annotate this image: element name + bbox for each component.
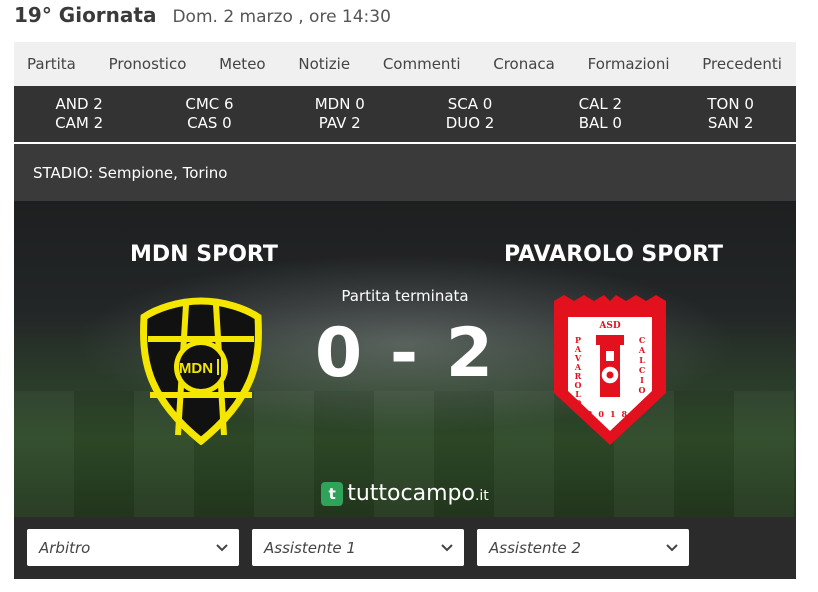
scoreboard-home: MDN 0 (314, 95, 365, 113)
scoreboard-match[interactable]: AND 2 CAM 2 (14, 95, 144, 133)
tab-notizie[interactable]: Notizie (298, 55, 350, 73)
scoreboard-home: CAL 2 (578, 95, 623, 113)
crest-left-text: PAVAROLO (573, 335, 583, 407)
round-title: 19° Giornata (14, 3, 157, 27)
scoreboard-away: DUO 2 (445, 114, 495, 132)
pavarolo-sport-crest-icon[interactable]: ASD PAVAROLO CALCIO 2018 (548, 295, 672, 445)
referee-select[interactable]: Arbitro (27, 529, 239, 566)
brand-tld: .it (474, 487, 489, 504)
tab-pronostico[interactable]: Pronostico (109, 55, 187, 73)
scoreboard-away: SAN 2 (707, 114, 754, 132)
chevron-down-icon (441, 543, 453, 551)
scoreboard-home: TON 0 (707, 95, 754, 113)
tab-cronaca[interactable]: Cronaca (493, 55, 555, 73)
assistant1-select[interactable]: Assistente 1 (252, 529, 464, 566)
scoreboard-match[interactable]: MDN 0 PAV 2 (275, 95, 405, 133)
tuttocampo-logo-icon: t (321, 481, 344, 506)
mdn-sport-crest-icon[interactable]: MDN (138, 295, 264, 445)
page-header: 19° Giornata Dom. 2 marzo , ore 14:30 (14, 3, 391, 29)
mdn-crest-text: MDN (179, 360, 213, 377)
match-tabs: Partita Pronostico Meteo Notizie Comment… (14, 42, 796, 86)
scoreboard-match[interactable]: CAL 2 BAL 0 (535, 95, 665, 133)
referee-select-label: Arbitro (39, 538, 91, 557)
away-team-name[interactable]: PAVAROLO SPORT (504, 242, 723, 267)
crest-right-text: CALCIO (637, 335, 647, 395)
tab-precedenti[interactable]: Precedenti (702, 55, 782, 73)
crest-asd-text: ASD (598, 321, 620, 331)
scoreboard-home: SCA 0 (447, 95, 493, 113)
scoreboard-away: BAL 0 (578, 114, 622, 132)
officials-bar: Arbitro Assistente 1 Assistente 2 (14, 517, 796, 579)
brand-name: tuttocampo (347, 481, 475, 506)
chevron-down-icon (666, 543, 678, 551)
scoreboard-home: AND 2 (55, 95, 103, 113)
scoreboard-away: PAV 2 (318, 114, 361, 132)
scoreboard-away: CAM 2 (55, 114, 104, 132)
tab-partita[interactable]: Partita (27, 55, 76, 73)
assistant2-select-label: Assistente 2 (489, 538, 581, 557)
chevron-down-icon (216, 543, 228, 551)
scoreboard-home: CMC 6 (185, 95, 234, 113)
scoreboard-match[interactable]: CMC 6 CAS 0 (144, 95, 274, 133)
round-scoreboard: AND 2 CAM 2 CMC 6 CAS 0 MDN 0 PAV 2 SCA … (14, 86, 796, 142)
venue-text: STADIO: Sempione, Torino (33, 163, 228, 182)
tab-commenti[interactable]: Commenti (383, 55, 461, 73)
home-team-name[interactable]: MDN SPORT (130, 242, 278, 267)
scoreboard-away: CAS 0 (187, 114, 232, 132)
scoreboard-match[interactable]: SCA 0 DUO 2 (405, 95, 535, 133)
final-score: 0 - 2 (314, 314, 496, 393)
tab-formazioni[interactable]: Formazioni (588, 55, 670, 73)
match-hero: MDN SPORT PAVAROLO SPORT Partita termina… (14, 201, 796, 517)
match-status: Partita terminata (341, 287, 469, 305)
assistant2-select[interactable]: Assistente 2 (477, 529, 689, 566)
scoreboard-match[interactable]: TON 0 SAN 2 (665, 95, 795, 133)
crest-year-text: 2018 (587, 409, 633, 419)
brand-watermark: t tuttocampo .it (14, 481, 796, 506)
tab-meteo[interactable]: Meteo (219, 55, 265, 73)
match-datetime: Dom. 2 marzo , ore 14:30 (172, 7, 391, 27)
assistant1-select-label: Assistente 1 (264, 538, 356, 557)
venue-bar: STADIO: Sempione, Torino (14, 144, 796, 201)
